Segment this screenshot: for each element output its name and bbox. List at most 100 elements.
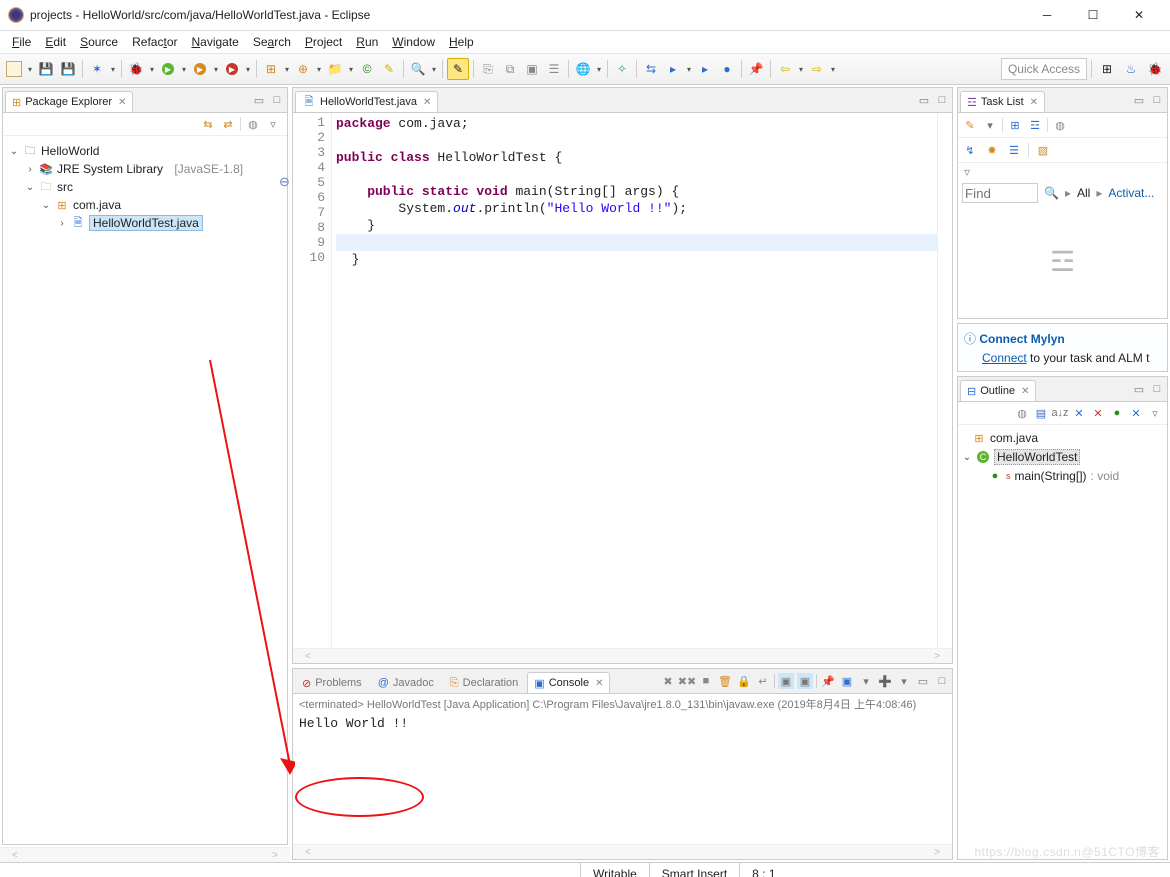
tab-package-explorer[interactable]: ⊞ Package Explorer ✕ — [5, 91, 133, 112]
hide-fields-button[interactable]: ✕ — [1071, 405, 1087, 421]
forward-dropdown[interactable]: ▾ — [829, 65, 837, 74]
open-perspective-button[interactable]: ⊞ — [1096, 58, 1118, 80]
coverage-dropdown[interactable]: ▾ — [212, 65, 220, 74]
new-package-dropdown[interactable]: ▾ — [283, 65, 291, 74]
clear-console-button[interactable]: 🗑 — [717, 673, 733, 689]
pin-console-button[interactable]: 📌 — [820, 673, 836, 689]
remove-all-button[interactable]: ✖✖ — [679, 673, 695, 689]
minimize-view-button[interactable]: ▭ — [1131, 92, 1147, 108]
menu-navigate[interactable]: Navigate — [185, 33, 244, 51]
close-icon[interactable]: ✕ — [118, 97, 126, 108]
minimize-view-button[interactable]: ▭ — [915, 673, 931, 689]
tab-task-list[interactable]: ☲Task List✕ — [960, 91, 1045, 112]
close-icon[interactable]: ✕ — [595, 678, 603, 689]
cut-icon[interactable]: ⎘ — [478, 59, 498, 79]
quick-access-input[interactable]: Quick Access — [1001, 58, 1087, 80]
tab-console[interactable]: ▣Console✕ — [527, 672, 610, 693]
expand-icon[interactable]: ⌄ — [41, 200, 51, 211]
tab-outline[interactable]: ⊟Outline✕ — [960, 380, 1036, 401]
menu-search[interactable]: Search — [247, 33, 297, 51]
console-scrollbar[interactable]: <> — [293, 844, 952, 859]
tab-problems[interactable]: ⊘Problems — [295, 672, 369, 693]
terminate-button[interactable]: ■ — [698, 673, 714, 689]
new-button[interactable] — [4, 59, 24, 79]
ext-tools-dropdown[interactable]: ▾ — [244, 65, 252, 74]
close-icon[interactable]: ✕ — [423, 97, 431, 108]
mylyn-connect-link[interactable]: Connect — [982, 351, 1027, 365]
new-class-dropdown[interactable]: ▾ — [315, 65, 323, 74]
hide-icon[interactable]: ▧ — [1035, 142, 1051, 158]
maximize-button[interactable]: ☐ — [1070, 0, 1116, 30]
maximize-view-button[interactable]: □ — [1149, 92, 1165, 108]
debug-tool-icon[interactable]: ✶ — [87, 59, 107, 79]
open-type-button[interactable]: © — [357, 59, 377, 79]
globe-dropdown[interactable]: ▾ — [595, 65, 603, 74]
show-console-b-button[interactable]: ▣ — [797, 673, 813, 689]
breakpoints-icon[interactable]: ● — [717, 59, 737, 79]
tree-project[interactable]: HelloWorld — [41, 144, 99, 158]
new-task-button[interactable]: ✎ — [962, 117, 978, 133]
outline-package[interactable]: com.java — [990, 431, 1038, 445]
minimize-view-button[interactable]: ▭ — [916, 92, 932, 108]
sort-button[interactable]: ▤ — [1033, 405, 1049, 421]
outline-class[interactable]: HelloWorldTest — [994, 449, 1080, 465]
sort-az-button[interactable]: a↓z — [1052, 405, 1068, 421]
new-folder-button[interactable]: 📁 — [325, 59, 345, 79]
save-all-button[interactable]: 💾 — [58, 59, 78, 79]
forward-button[interactable]: ⇨ — [807, 59, 827, 79]
tree-file[interactable]: HelloWorldTest.java — [89, 215, 203, 231]
skip-icon[interactable]: ⇆ — [641, 59, 661, 79]
menu-project[interactable]: Project — [299, 33, 348, 51]
copy-icon[interactable]: ⧉ — [500, 59, 520, 79]
outline-method[interactable]: main(String[]) — [1015, 469, 1087, 483]
editor-scrollbar[interactable]: <> — [293, 648, 952, 663]
overview-ruler[interactable] — [937, 113, 952, 648]
menu-edit[interactable]: Edit — [39, 33, 72, 51]
new-folder-dropdown[interactable]: ▾ — [347, 65, 355, 74]
menu-file[interactable]: File — [6, 33, 37, 51]
box-icon[interactable]: ☰ — [544, 59, 564, 79]
back-button[interactable]: ⇦ — [775, 59, 795, 79]
pin-icon[interactable]: 📌 — [746, 59, 766, 79]
categorize-button[interactable]: ⊞ — [1007, 117, 1023, 133]
view-menu-button[interactable]: ▿ — [265, 116, 281, 132]
open-console-dropdown[interactable]: ▾ — [896, 673, 912, 689]
new-dropdown[interactable]: ▾ — [26, 65, 34, 74]
debug-button[interactable]: 🐞 — [126, 59, 146, 79]
debug-dropdown[interactable]: ▾ — [148, 65, 156, 74]
maximize-view-button[interactable]: □ — [934, 673, 950, 689]
java-perspective-button[interactable]: ♨ — [1120, 58, 1142, 80]
task-filter-all[interactable]: All — [1077, 186, 1090, 200]
task-find-input[interactable] — [962, 183, 1038, 203]
tab-declaration[interactable]: ⎘Declaration — [443, 672, 525, 693]
remove-launch-button[interactable]: ✖ — [660, 673, 676, 689]
ext-tools-button[interactable]: ▶ — [222, 59, 242, 79]
close-button[interactable]: ✕ — [1116, 0, 1162, 30]
code-editor[interactable]: 1234⊖5678910 package com.java; public cl… — [293, 113, 952, 648]
new-package-button[interactable]: ⊞ — [261, 59, 281, 79]
code-area[interactable]: package com.java; public class HelloWorl… — [332, 113, 937, 648]
console-output[interactable]: Hello World !! — [293, 714, 952, 844]
run-button[interactable]: ▶ — [158, 59, 178, 79]
globe-icon[interactable]: 🌐 — [573, 59, 593, 79]
sync-icon[interactable]: ↯ — [962, 142, 978, 158]
task-icon[interactable]: ✧ — [612, 59, 632, 79]
hide-static-button[interactable]: ✕ — [1090, 405, 1106, 421]
task-filter-activate[interactable]: Activat... — [1108, 186, 1154, 200]
list-icon[interactable]: ☰ — [1006, 142, 1022, 158]
expand-icon[interactable]: ⌄ — [962, 452, 972, 463]
maximize-view-button[interactable]: □ — [269, 92, 285, 108]
search-dropdown[interactable]: ▾ — [430, 65, 438, 74]
search-button[interactable]: 🔍 — [408, 59, 428, 79]
hide-nonpublic-button[interactable]: ● — [1109, 405, 1125, 421]
menu-refactor[interactable]: Refactor — [126, 33, 183, 51]
debug-perspective-button[interactable]: 🐞 — [1144, 58, 1166, 80]
back-dropdown[interactable]: ▾ — [797, 65, 805, 74]
expand-icon[interactable]: ⌄ — [25, 182, 35, 193]
open-console-button[interactable]: ➕ — [877, 673, 893, 689]
maximize-view-button[interactable]: □ — [934, 92, 950, 108]
tree-package[interactable]: com.java — [73, 198, 121, 212]
tree-src[interactable]: src — [57, 180, 73, 194]
display-console-dropdown[interactable]: ▾ — [858, 673, 874, 689]
step2-icon[interactable]: ▸ — [695, 59, 715, 79]
